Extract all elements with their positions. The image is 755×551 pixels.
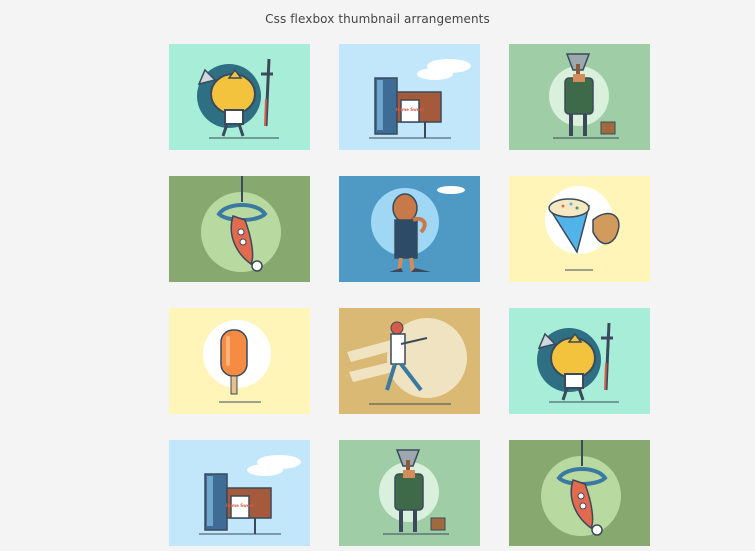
mailbox-icon: Home Sweet [339,44,480,150]
thumbnail-squid-hook[interactable] [509,440,650,546]
mailbox-icon: Home Sweet [169,440,310,546]
thumbnail-axe-woodsman[interactable] [339,440,480,546]
knight-icon [509,308,650,414]
page-title: Css flexbox thumbnail arrangements [265,12,490,26]
bald-man-icon [339,176,480,282]
mailbox-sign: Home Sweet [396,107,424,112]
thumbnail-bald-man[interactable] [339,176,480,282]
thumbnail-ice-cream-cone[interactable] [509,176,650,282]
thumbnail-knight[interactable] [169,44,310,150]
mailbox-sign: Home Sweet [226,503,254,508]
baseball-player-icon [339,308,480,414]
thumbnail-mailbox[interactable]: Home Sweet [339,44,480,150]
axe-woodsman-icon [339,440,480,546]
thumbnail-popsicle[interactable] [169,308,310,414]
thumbnail-grid: Home Sweet Home Sweet [169,44,651,546]
thumbnail-baseball-player[interactable] [339,308,480,414]
axe-woodsman-icon [509,44,650,150]
thumbnail-knight[interactable] [509,308,650,414]
squid-hook-icon [169,176,310,282]
thumbnail-axe-woodsman[interactable] [509,44,650,150]
popsicle-icon [169,308,310,414]
thumbnail-squid-hook[interactable] [169,176,310,282]
thumbnail-mailbox[interactable]: Home Sweet [169,440,310,546]
squid-hook-icon [509,440,650,546]
knight-icon [169,44,310,150]
ice-cream-cone-icon [509,176,650,282]
